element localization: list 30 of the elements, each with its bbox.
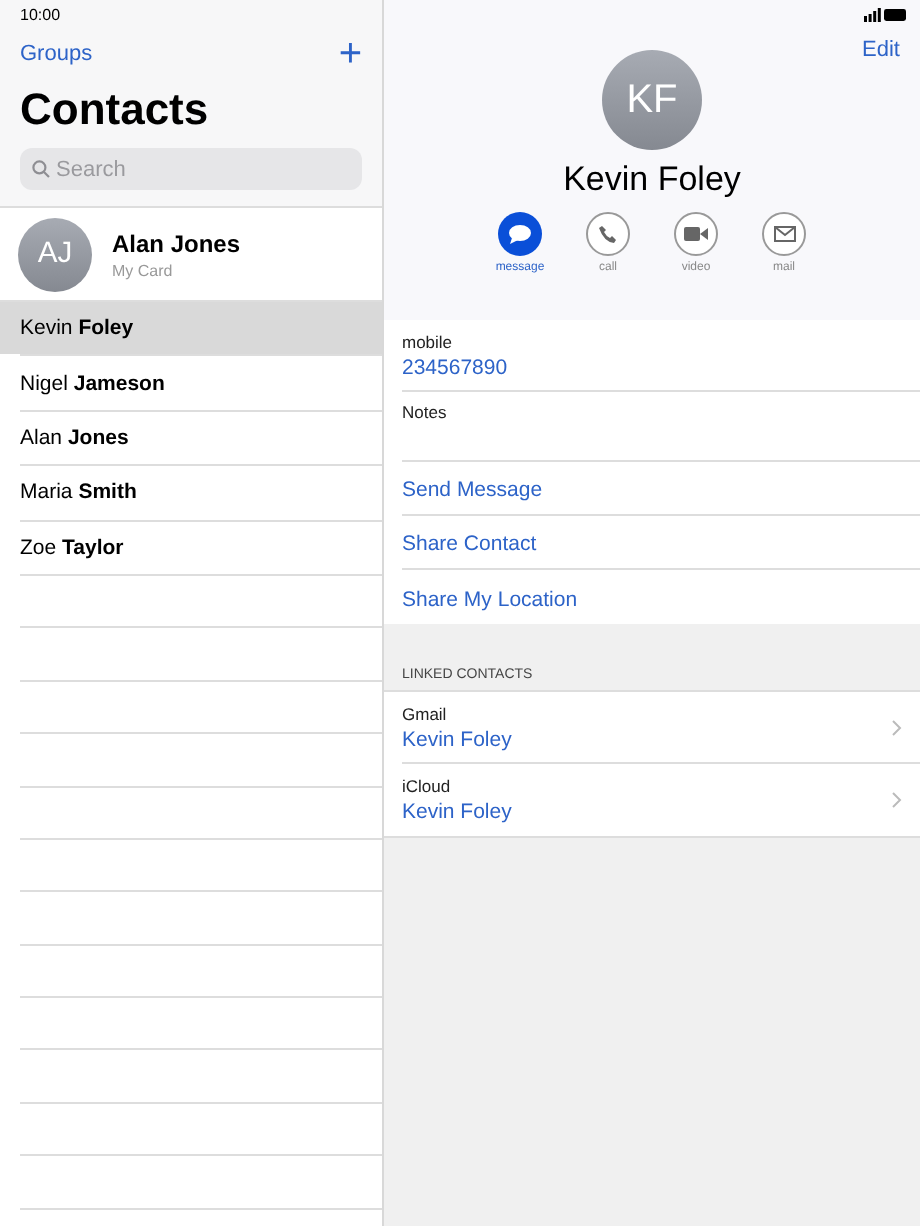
source-label: Gmail xyxy=(402,703,449,723)
phone-number[interactable]: 234567890 xyxy=(402,355,920,379)
search-icon xyxy=(32,160,50,178)
contact-row[interactable]: Kevin Foley xyxy=(0,302,382,355)
field-label: mobile xyxy=(402,331,455,351)
action-link[interactable]: Send Message xyxy=(402,478,543,502)
action-link[interactable]: Share Contact xyxy=(402,532,537,556)
linked-contact-name[interactable]: Kevin Foley xyxy=(402,727,920,751)
speech-bubble-icon xyxy=(508,224,532,244)
card-name: Alan Jones xyxy=(112,229,241,257)
signal-battery-icon xyxy=(864,8,908,22)
source-label: iCloud xyxy=(402,776,453,796)
chevron-icon xyxy=(892,720,902,736)
page-title: Contacts xyxy=(20,84,211,136)
envelope-icon xyxy=(773,226,795,242)
linked-contact-name[interactable]: Kevin Foley xyxy=(402,800,920,824)
avatar: KF xyxy=(602,50,702,150)
add-button[interactable]: + xyxy=(338,34,362,74)
groups-button[interactable]: Groups xyxy=(20,42,93,66)
phone-icon xyxy=(598,224,618,244)
notes-label: Notes xyxy=(402,402,449,422)
card-subtitle: My Card xyxy=(112,261,175,279)
edit-button[interactable]: Edit xyxy=(862,38,900,62)
search-field[interactable]: Search xyxy=(20,148,362,190)
chevron-icon xyxy=(892,792,902,808)
avatar: AJ xyxy=(18,217,92,291)
contact-name: Kevin Foley xyxy=(563,160,741,200)
action-link[interactable]: Share My Location xyxy=(402,587,578,611)
video-camera-icon xyxy=(684,226,708,242)
status-time: 10:00 xyxy=(20,4,63,28)
